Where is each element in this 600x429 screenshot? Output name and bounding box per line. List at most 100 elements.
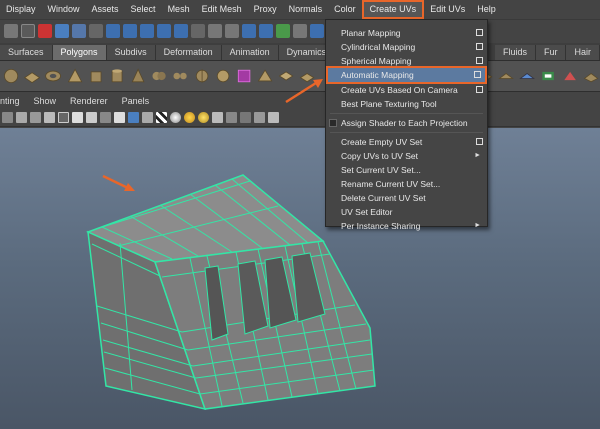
panel-menu-renderer[interactable]: Renderer <box>63 96 115 106</box>
menu-edit-uvs[interactable]: Edit UVs <box>424 0 471 19</box>
tab-fluids[interactable]: Fluids <box>494 45 536 60</box>
poly-sphere-icon[interactable] <box>2 65 20 87</box>
tab-fur[interactable]: Fur <box>535 45 567 60</box>
option-box-icon[interactable] <box>476 29 483 36</box>
flat-shade-icon[interactable] <box>44 111 55 123</box>
resolution-gate-icon[interactable] <box>226 111 237 123</box>
poly-plane-icon[interactable] <box>23 65 41 87</box>
menu-color[interactable]: Color <box>328 0 362 19</box>
shadows-icon[interactable] <box>100 111 111 123</box>
wireframe-icon[interactable] <box>2 111 13 123</box>
select-hierarchy-icon[interactable] <box>55 24 69 38</box>
textured-icon[interactable] <box>72 111 83 123</box>
select-component-icon[interactable] <box>89 24 103 38</box>
wedge-icon[interactable] <box>582 65 600 87</box>
grease-pencil-icon[interactable] <box>240 111 251 123</box>
option-box-icon[interactable] <box>476 57 483 64</box>
render-settings-icon[interactable] <box>242 24 256 38</box>
tab-animation[interactable]: Animation <box>221 45 279 60</box>
ssao-icon[interactable] <box>268 111 279 123</box>
option-box-icon[interactable] <box>476 43 483 50</box>
poly-pyramid-icon[interactable] <box>66 65 84 87</box>
separate-icon[interactable] <box>171 65 189 87</box>
texture-placement-icon[interactable] <box>86 111 97 123</box>
select-tool-icon[interactable] <box>21 24 35 38</box>
mirror-icon[interactable] <box>193 65 211 87</box>
menu-window[interactable]: Window <box>42 0 86 19</box>
lasso-icon[interactable] <box>38 24 52 38</box>
poly-cube-icon[interactable] <box>87 65 105 87</box>
tab-hair[interactable]: Hair <box>566 45 600 60</box>
menu-item-delete-current-uv-set[interactable]: Delete Current UV Set <box>326 191 487 205</box>
menu-item-create-empty-uv-set[interactable]: Create Empty UV Set <box>326 135 487 149</box>
menu-item-assign-shader-to-each-projection[interactable]: Assign Shader to Each Projection <box>326 116 487 130</box>
tab-subdivs[interactable]: Subdivs <box>106 45 156 60</box>
graph-editor-icon[interactable] <box>310 24 324 38</box>
paint-weights-icon[interactable] <box>561 65 579 87</box>
hypershade-icon[interactable] <box>276 24 290 38</box>
menu-normals[interactable]: Normals <box>283 0 329 19</box>
checkbox-icon[interactable] <box>329 119 337 127</box>
menu-item-planar-mapping[interactable]: Planar Mapping <box>326 26 487 40</box>
menu-mesh[interactable]: Mesh <box>162 0 196 19</box>
sun-light-icon[interactable] <box>184 111 195 123</box>
menu-display[interactable]: Display <box>0 0 42 19</box>
snap-surface-icon[interactable] <box>157 24 171 38</box>
render-icon[interactable] <box>208 24 222 38</box>
tab-deformation[interactable]: Deformation <box>155 45 222 60</box>
menu-item-cylindrical-mapping[interactable]: Cylindrical Mapping <box>326 40 487 54</box>
menu-item-rename-current-uv-set[interactable]: Rename Current UV Set... <box>326 177 487 191</box>
menu-item-automatic-mapping[interactable]: Automatic Mapping <box>326 66 487 84</box>
panel-menu-lighting[interactable]: nting <box>0 96 27 106</box>
smooth-icon[interactable] <box>214 65 232 87</box>
menu-item-copy-uvs-to-uv-set[interactable]: Copy UVs to UV Set ► <box>326 149 487 163</box>
select-object-icon[interactable] <box>72 24 86 38</box>
snap-curve-icon[interactable] <box>123 24 137 38</box>
history-icon[interactable] <box>191 24 205 38</box>
menu-select[interactable]: Select <box>125 0 162 19</box>
tab-polygons[interactable]: Polygons <box>52 45 107 60</box>
transfer-attributes-icon[interactable] <box>539 65 557 87</box>
append-polygon-icon[interactable] <box>497 65 515 87</box>
menu-proxy[interactable]: Proxy <box>248 0 283 19</box>
ambient-light-icon[interactable] <box>198 111 209 123</box>
tab-surfaces[interactable]: Surfaces <box>0 45 53 60</box>
smooth-shade-icon[interactable] <box>16 111 27 123</box>
menu-item-spherical-mapping[interactable]: Spherical Mapping <box>326 54 487 68</box>
3d-viewport[interactable] <box>0 128 600 429</box>
menu-item-create-uvs-based-on-camera[interactable]: Create UVs Based On Camera <box>326 83 487 97</box>
isolate-select-icon[interactable] <box>128 111 139 123</box>
help-icon[interactable] <box>259 24 273 38</box>
sphere-light-icon[interactable] <box>170 111 181 123</box>
poly-cone-icon[interactable] <box>129 65 147 87</box>
menu-item-best-plane-texturing-tool[interactable]: Best Plane Texturing Tool <box>326 97 487 111</box>
grid-icon[interactable] <box>142 111 153 123</box>
menu-item-per-instance-sharing[interactable]: Per Instance Sharing ► <box>326 219 487 233</box>
menu-edit-mesh[interactable]: Edit Mesh <box>196 0 248 19</box>
menu-help[interactable]: Help <box>471 0 502 19</box>
hud-icon[interactable] <box>254 111 265 123</box>
menu-item-set-current-uv-set[interactable]: Set Current UV Set... <box>326 163 487 177</box>
xray-icon[interactable] <box>58 111 69 123</box>
menu-assets[interactable]: Assets <box>86 0 125 19</box>
ipr-render-icon[interactable] <box>225 24 239 38</box>
menu-item-uv-set-editor[interactable]: UV Set Editor <box>326 205 487 219</box>
snap-point-icon[interactable] <box>140 24 154 38</box>
menu-create-uvs[interactable]: Create UVs <box>361 0 425 19</box>
subdiv-proxy-icon[interactable] <box>235 65 253 87</box>
poly-cylinder-icon[interactable] <box>108 65 126 87</box>
uv-editor-icon[interactable] <box>293 24 307 38</box>
option-box-icon[interactable] <box>476 138 483 145</box>
snap-grid-icon[interactable] <box>106 24 120 38</box>
combine-icon[interactable] <box>150 65 168 87</box>
option-box-icon[interactable] <box>476 86 483 93</box>
panel-menu-panels[interactable]: Panels <box>115 96 157 106</box>
wireframe-on-shaded-icon[interactable] <box>30 111 41 123</box>
save-scene-icon[interactable] <box>4 24 18 38</box>
panel-menu-show[interactable]: Show <box>27 96 64 106</box>
checker-icon[interactable] <box>156 111 167 123</box>
make-live-icon[interactable] <box>174 24 188 38</box>
bevel-icon[interactable] <box>518 65 536 87</box>
camera-attributes-icon[interactable] <box>212 111 223 123</box>
option-box-icon[interactable] <box>474 71 481 78</box>
